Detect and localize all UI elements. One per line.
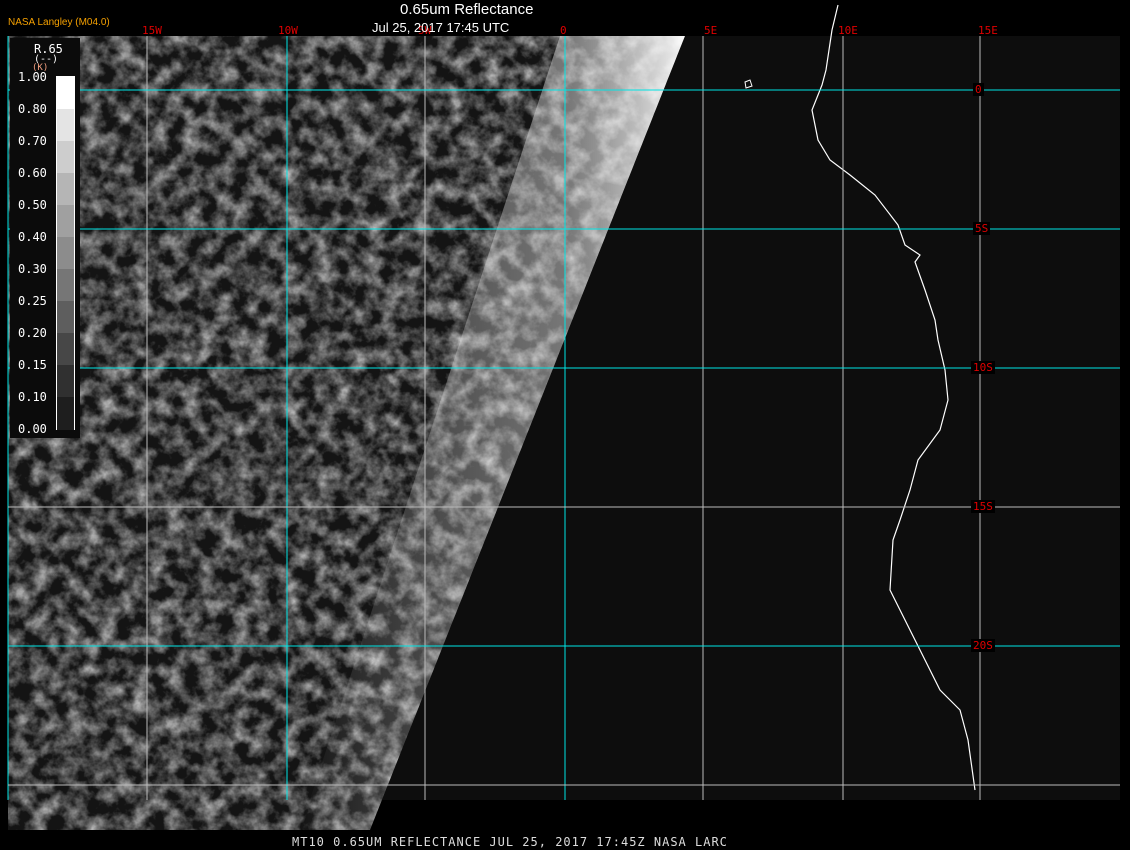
lat-label: 0 <box>973 83 984 96</box>
legend-swatch <box>57 333 74 366</box>
legend-value: 0.40 <box>18 230 47 244</box>
legend-value: 0.70 <box>18 134 47 148</box>
legend-swatch <box>57 365 74 398</box>
legend-swatch <box>57 301 74 334</box>
legend-swatch <box>57 237 74 270</box>
legend-value: 0.50 <box>18 198 47 212</box>
lon-label: 5E <box>704 24 718 37</box>
footer-caption: MT10 0.65UM REFLECTANCE JUL 25, 2017 17:… <box>292 835 728 849</box>
legend-swatch <box>57 269 74 302</box>
color-legend: R.65 (--) (K) 1.00 0.80 0.70 0.60 0.50 0.40 0.… <box>10 38 80 438</box>
lon-label: 15W <box>142 24 162 37</box>
legend-swatch <box>57 205 74 238</box>
legend-swatch <box>57 109 74 142</box>
agency-label: NASA Langley (M04.0) <box>8 17 110 28</box>
lat-label: 10S <box>971 361 995 374</box>
legend-colorbar <box>56 76 75 430</box>
satellite-image <box>7 4 1120 830</box>
legend-value: 0.20 <box>18 326 47 340</box>
legend-value: 0.00 <box>18 422 47 436</box>
lon-label: 15E <box>978 24 998 37</box>
legend-value: 0.25 <box>18 294 47 308</box>
image-datetime: Jul 25, 2017 17:45 UTC <box>372 20 510 35</box>
legend-swatch <box>57 397 74 430</box>
legend-value: 0.15 <box>18 358 47 372</box>
lon-label: 0 <box>560 24 567 37</box>
lon-label: 10W <box>278 24 298 37</box>
legend-swatch <box>57 141 74 174</box>
legend-value: 1.00 <box>18 70 47 84</box>
legend-value: 0.60 <box>18 166 47 180</box>
lat-label: 5S <box>973 222 991 235</box>
lat-label: 15S <box>971 500 995 513</box>
legend-value: 0.30 <box>18 262 47 276</box>
lon-label: 10E <box>838 24 858 37</box>
legend-value: 0.80 <box>18 102 47 116</box>
image-title: 0.65um Reflectance <box>400 1 534 18</box>
legend-swatch <box>57 77 74 110</box>
lat-label: 20S <box>971 639 995 652</box>
legend-swatch <box>57 173 74 206</box>
legend-value: 0.10 <box>18 390 47 404</box>
